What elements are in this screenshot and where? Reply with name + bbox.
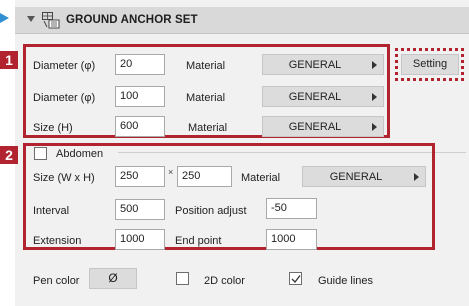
position-adjust-input[interactable]: -50 [266, 198, 317, 219]
color2d-label: 2D color [204, 275, 245, 287]
size-h-label: Size (H) [33, 122, 73, 134]
extension-input[interactable]: 1000 [115, 229, 165, 250]
chevron-right-icon [372, 123, 377, 131]
pen-color-label: Pen color [33, 275, 80, 287]
color2d-checkbox[interactable] [176, 272, 189, 285]
material-label-3: Material [188, 122, 228, 134]
interval-input[interactable]: 500 [115, 199, 165, 220]
material-dropdown-value: GENERAL [288, 59, 342, 71]
material-dropdown-3[interactable]: GENERAL [262, 116, 384, 137]
end-point-label: End point [175, 235, 222, 247]
ground-anchor-icon [42, 12, 60, 29]
material-label-1: Material [186, 60, 226, 72]
chevron-right-icon [372, 93, 377, 101]
section-title: GROUND ANCHOR SET [66, 14, 198, 26]
diameter-input-1[interactable]: 20 [115, 54, 165, 75]
material-dropdown-value: GENERAL [329, 171, 383, 183]
diameter-label-2: Diameter (φ) [33, 92, 96, 104]
material-dropdown-value: GENERAL [288, 121, 342, 133]
diameter-label-1: Diameter (φ) [33, 60, 96, 72]
callout-badge-1: 1 [0, 51, 18, 69]
material-dropdown-value: GENERAL [288, 91, 342, 103]
position-adjust-label: Position adjust [175, 205, 247, 217]
extension-label: Extension [33, 235, 82, 247]
setting-button[interactable]: Setting [401, 54, 459, 75]
abdomen-material-label: Material [241, 172, 281, 184]
abdomen-material-dropdown[interactable]: GENERAL [302, 166, 426, 187]
size-times-symbol: × [168, 167, 174, 177]
chevron-right-icon [372, 61, 377, 69]
interval-label: Interval [33, 205, 70, 217]
pen-color-button[interactable]: Ø [89, 268, 137, 289]
chevron-right-icon [414, 173, 419, 181]
size-h2-input[interactable]: 250 [177, 166, 232, 187]
size-w-input[interactable]: 250 [115, 166, 165, 187]
material-dropdown-1[interactable]: GENERAL [262, 54, 384, 75]
checkmark-icon [291, 275, 301, 283]
diameter-input-2[interactable]: 100 [115, 86, 165, 107]
material-label-2: Material [186, 92, 226, 104]
material-dropdown-2[interactable]: GENERAL [262, 86, 384, 107]
guide-lines-checkbox[interactable] [289, 272, 302, 285]
abdomen-label: Abdomen [56, 148, 104, 160]
size-wh-label: Size (W x H) [33, 172, 95, 184]
end-point-input[interactable]: 1000 [266, 229, 317, 250]
section-header[interactable]: GROUND ANCHOR SET [15, 7, 469, 34]
guide-lines-label: Guide lines [318, 275, 374, 287]
size-h-input[interactable]: 600 [115, 116, 165, 137]
collapse-triangle-icon[interactable] [27, 16, 35, 22]
callout-badge-2: 2 [0, 146, 18, 164]
abdomen-checkbox[interactable] [34, 147, 47, 160]
pointer-arrow-icon [0, 13, 9, 23]
